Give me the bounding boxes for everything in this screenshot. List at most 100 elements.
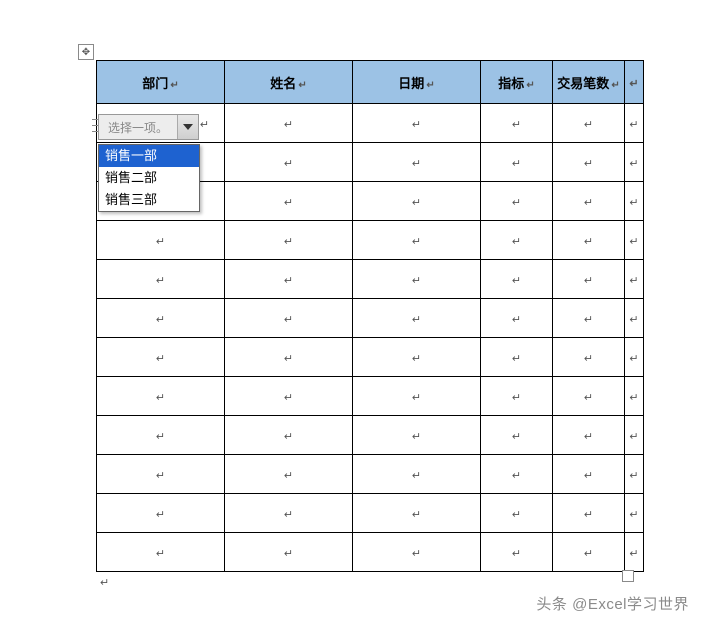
table-cell[interactable]: ↵ <box>353 455 481 494</box>
table-cell[interactable]: ↵ <box>97 338 225 377</box>
table-cell[interactable]: ↵ <box>97 494 225 533</box>
table-cell[interactable]: ↵ <box>97 299 225 338</box>
table-resize-handle[interactable] <box>622 570 634 582</box>
table-cell[interactable]: ↵ <box>481 143 553 182</box>
table-cell[interactable]: ↵ <box>97 416 225 455</box>
table-cell[interactable]: ↵ <box>481 533 553 572</box>
table-cell[interactable]: ↵ <box>353 533 481 572</box>
table-cell[interactable]: ↵ <box>225 143 353 182</box>
table-cell[interactable]: ↵ <box>225 221 353 260</box>
table-cell[interactable]: ↵ <box>553 143 625 182</box>
paragraph-mark-icon: ↵ <box>156 431 165 443</box>
paragraph-mark-icon: ↵ <box>412 197 421 209</box>
table-cell[interactable]: ↵ <box>553 455 625 494</box>
table-cell[interactable]: ↵ <box>97 533 225 572</box>
table-cell[interactable]: ↵ <box>225 416 353 455</box>
table-cell[interactable]: ↵ <box>353 338 481 377</box>
dropdown-placeholder[interactable]: 选择一项。 <box>99 115 178 139</box>
table-cell[interactable]: ↵ <box>481 221 553 260</box>
table-cell[interactable]: ↵ <box>225 494 353 533</box>
paragraph-mark-icon: ↵ <box>412 470 421 482</box>
table-cell[interactable]: ↵ <box>97 455 225 494</box>
row-end-mark: ↵ <box>625 104 644 143</box>
dropdown-option[interactable]: 销售二部 <box>99 167 199 189</box>
table-cell[interactable]: ↵ <box>553 377 625 416</box>
paragraph-mark-icon: ↵ <box>584 548 593 560</box>
table-cell[interactable]: ↵ <box>225 299 353 338</box>
table-cell[interactable]: ↵ <box>553 299 625 338</box>
paragraph-mark-icon: ↵ <box>584 314 593 326</box>
paragraph-mark-icon: ↵ <box>284 548 293 560</box>
table-cell[interactable]: ↵ <box>481 104 553 143</box>
dropdown-toggle-button[interactable] <box>178 115 198 139</box>
table-cell[interactable]: ↵ <box>481 299 553 338</box>
dropdown-option[interactable]: 销售三部 <box>99 189 199 211</box>
paragraph-mark-icon: ↵ <box>412 236 421 248</box>
table-cell[interactable]: ↵ <box>225 533 353 572</box>
paragraph-mark-icon: ↵ <box>284 158 293 170</box>
table-cell[interactable]: ↵ <box>225 455 353 494</box>
content-control-dropdown[interactable]: 选择一项。 销售一部销售二部销售三部 <box>98 114 199 140</box>
paragraph-mark-icon: ↵ <box>512 275 521 287</box>
row-end-mark: ↵ <box>625 61 644 104</box>
table-cell[interactable]: ↵ <box>481 260 553 299</box>
table-row: ↵↵↵↵↵↵ <box>97 533 644 572</box>
table-cell[interactable]: ↵ <box>481 182 553 221</box>
paragraph-mark-icon: ↵ <box>156 392 165 404</box>
row-end-mark: ↵ <box>625 143 644 182</box>
paragraph-mark-icon: ↵ <box>584 236 593 248</box>
table-cell[interactable]: ↵ <box>225 260 353 299</box>
table-cell[interactable]: ↵ <box>353 221 481 260</box>
paragraph-mark-icon: ↵ <box>512 392 521 404</box>
paragraph-mark-icon: ↵ <box>584 392 593 404</box>
table-cell[interactable]: ↵ <box>97 221 225 260</box>
table-cell[interactable]: ↵ <box>225 104 353 143</box>
table-cell[interactable]: ↵ <box>553 104 625 143</box>
table-cell[interactable]: ↵ <box>225 182 353 221</box>
paragraph-mark-icon: ↵ <box>284 236 293 248</box>
table-row: ↵↵↵↵↵↵ <box>97 338 644 377</box>
table-cell[interactable]: ↵ <box>481 416 553 455</box>
table-cell[interactable]: ↵ <box>481 494 553 533</box>
table-cell[interactable]: ↵ <box>353 377 481 416</box>
paragraph-mark-icon: ↵ <box>412 431 421 443</box>
table-cell[interactable]: ↵ <box>481 338 553 377</box>
paragraph-mark-icon: ↵ <box>512 119 521 131</box>
paragraph-mark-icon: ↵ <box>412 509 421 521</box>
content-control-handle-icon[interactable] <box>92 116 98 134</box>
paragraph-mark-icon: ↵ <box>584 275 593 287</box>
table-cell[interactable]: ↵ <box>97 260 225 299</box>
table-cell[interactable]: ↵ <box>481 377 553 416</box>
table-cell[interactable]: ↵ <box>353 299 481 338</box>
paragraph-mark-icon: ↵ <box>156 509 165 521</box>
paragraph-mark-icon: ↵ <box>584 431 593 443</box>
header-target: 指标↵ <box>481 61 553 104</box>
table-cell[interactable]: ↵ <box>353 104 481 143</box>
table-cell[interactable]: ↵ <box>353 494 481 533</box>
table-cell[interactable]: ↵ <box>225 377 353 416</box>
table-cell[interactable]: ↵ <box>553 338 625 377</box>
dropdown-option[interactable]: 销售一部 <box>99 145 199 167</box>
table-cell[interactable]: ↵ <box>553 494 625 533</box>
table-cell[interactable]: ↵ <box>553 260 625 299</box>
table-cell[interactable]: ↵ <box>553 533 625 572</box>
paragraph-mark-icon: ↵ <box>426 80 434 91</box>
table-cell[interactable]: ↵ <box>353 143 481 182</box>
table-cell[interactable]: ↵ <box>353 182 481 221</box>
row-end-mark: ↵ <box>625 338 644 377</box>
table-cell[interactable]: ↵ <box>353 416 481 455</box>
paragraph-mark-icon: ↵ <box>412 353 421 365</box>
table-cell[interactable]: ↵ <box>225 338 353 377</box>
table-cell[interactable]: ↵ <box>353 260 481 299</box>
paragraph-mark-icon: ↵ <box>584 470 593 482</box>
table-cell[interactable]: ↵ <box>553 221 625 260</box>
table-cell[interactable]: ↵ <box>553 416 625 455</box>
table-cell[interactable]: ↵ <box>553 182 625 221</box>
table-cell[interactable]: ↵ <box>481 455 553 494</box>
table-move-handle[interactable]: ✥ <box>78 44 94 60</box>
paragraph-mark-icon: ↵ <box>512 509 521 521</box>
header-dept: 部门↵ <box>97 61 225 104</box>
row-end-mark: ↵ <box>625 299 644 338</box>
table-cell[interactable]: ↵ <box>97 377 225 416</box>
header-count: 交易笔数↵ <box>553 61 625 104</box>
